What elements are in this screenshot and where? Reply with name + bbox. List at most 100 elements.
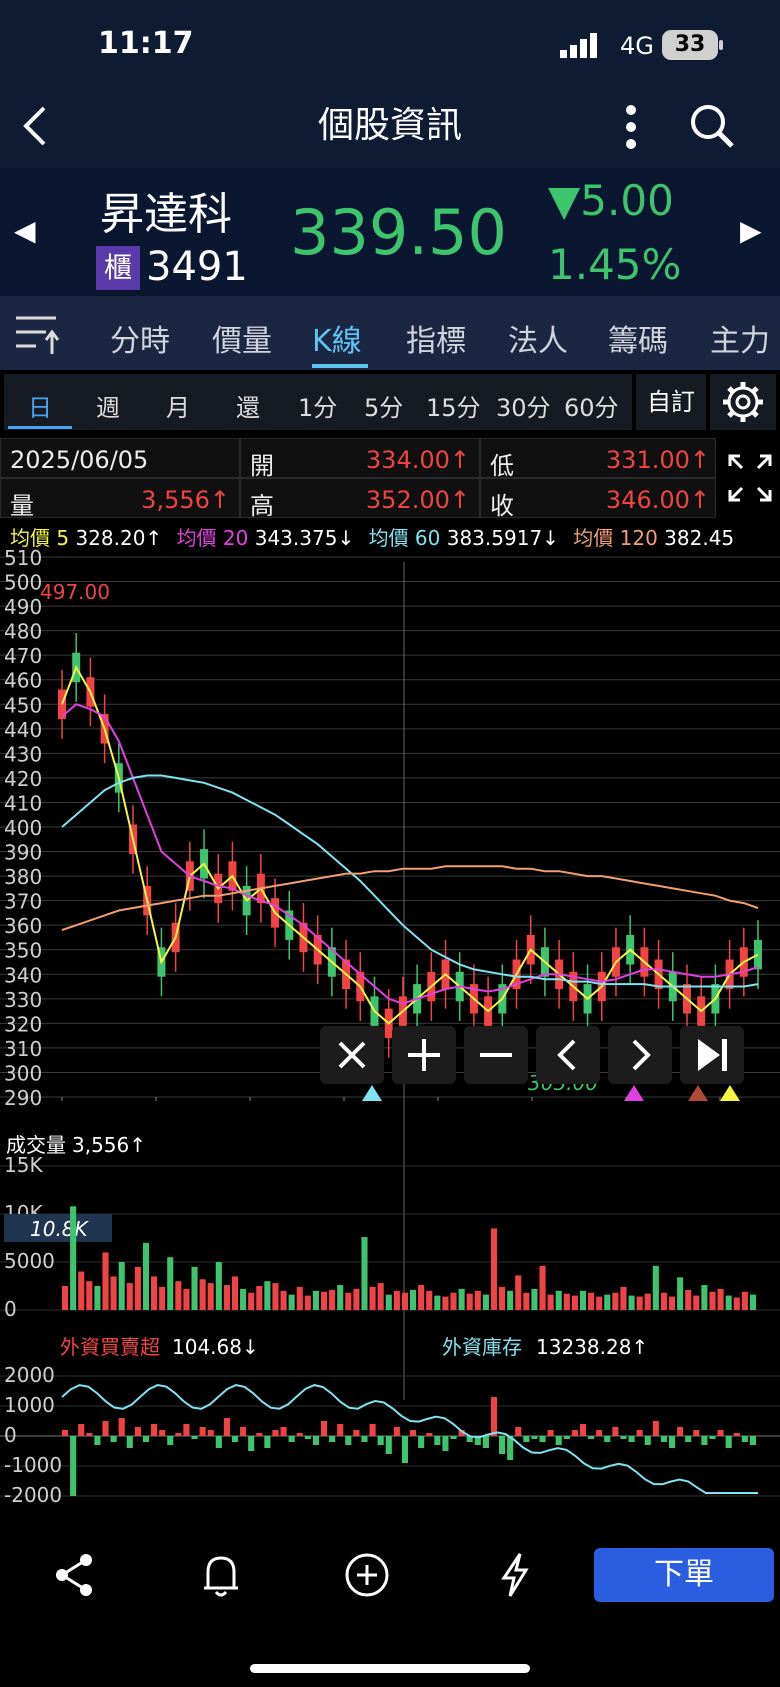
ma-legend: 均價 5 328.20↑ 均價 20 343.375↓ 均價 60 383.59… (10, 522, 734, 551)
tab-indicators[interactable]: 指標 (406, 316, 466, 360)
y-tick-label: 370 (4, 890, 42, 914)
marker-brown (688, 1085, 708, 1101)
foreign-bar (240, 1427, 247, 1436)
period-week[interactable]: 週 (96, 388, 120, 423)
volume-bar (523, 1292, 530, 1310)
ma-line-1 (61, 703, 759, 1005)
volume-bar (353, 1288, 360, 1310)
volume-bar (450, 1292, 457, 1310)
settings-button[interactable] (710, 374, 776, 430)
kline-chart[interactable]: 5105004904804704604504404304204104003903… (0, 548, 780, 1508)
foreign-bar (207, 1430, 214, 1436)
period-15min[interactable]: 15分 (426, 388, 481, 423)
bell-icon[interactable] (196, 1550, 246, 1600)
high-value: 352.00↑ (365, 486, 470, 514)
volume-bar (620, 1286, 627, 1310)
foreign-bar (288, 1436, 295, 1442)
volume-bar (644, 1293, 651, 1310)
tab-institutional[interactable]: 法人 (508, 316, 568, 360)
custom-button[interactable]: 自訂 (636, 374, 706, 430)
foreign-bar (620, 1436, 627, 1439)
volume-bar (207, 1283, 214, 1310)
foreign-bar (418, 1436, 425, 1448)
market-badge: 櫃 (96, 246, 140, 290)
foreign-tick: 2000 (4, 1363, 55, 1387)
volume-bar (280, 1290, 287, 1310)
tab-kline[interactable]: K線 (312, 316, 362, 360)
foreign-bar (377, 1436, 384, 1445)
foreign-bar (142, 1436, 150, 1442)
order-button[interactable]: 下單 (594, 1548, 774, 1602)
foreign-bar (717, 1430, 724, 1436)
volume-bar (410, 1289, 417, 1310)
foreign-bar (636, 1430, 643, 1436)
period-1min[interactable]: 1分 (298, 388, 337, 423)
y-tick-label: 330 (4, 988, 42, 1012)
tab-price-volume[interactable]: 價量 (212, 316, 272, 360)
prev-stock-icon[interactable]: ◀ (14, 214, 36, 247)
sort-icon[interactable] (16, 312, 60, 356)
volume-bar (191, 1266, 198, 1310)
chevron-left-button (536, 1026, 600, 1084)
volume-bar (272, 1283, 279, 1310)
more-vertical-icon[interactable] (620, 102, 642, 152)
share-icon[interactable] (50, 1550, 100, 1600)
foreign-bar (531, 1436, 538, 1439)
search-icon[interactable] (688, 102, 736, 150)
volume-tick: 5000 (4, 1249, 55, 1273)
foreign-bar (725, 1436, 732, 1448)
max-price-label: 497.00 (40, 580, 110, 604)
y-tick-label: 400 (4, 816, 42, 840)
y-tick-label: 320 (4, 1012, 42, 1036)
tab-main-force[interactable]: 主力 (710, 316, 770, 360)
period-30min[interactable]: 30分 (496, 388, 551, 423)
volume-bar (126, 1283, 133, 1310)
period-day[interactable]: 日 (28, 388, 52, 423)
volume-bar (102, 1252, 109, 1310)
tab-chips[interactable]: 籌碼 (608, 316, 668, 360)
foreign-bar (604, 1436, 611, 1442)
y-tick-label: 470 (4, 644, 42, 668)
y-tick-label: 510 (4, 548, 42, 570)
foreign-bar (296, 1433, 303, 1436)
plus-circle-icon[interactable] (342, 1550, 392, 1600)
volume-bar (571, 1295, 578, 1310)
y-tick-label: 380 (4, 865, 42, 889)
volume-bar (652, 1265, 659, 1310)
foreign-tick: -2000 (4, 1483, 62, 1507)
foreign-tick: -1000 (4, 1453, 62, 1477)
foreign-bar (231, 1436, 239, 1442)
volume-bar (499, 1286, 506, 1310)
foreign-bar (78, 1424, 85, 1436)
volume-value: 3,556↑ (141, 486, 230, 514)
y-tick-label: 440 (4, 718, 42, 742)
volume-bar (223, 1285, 230, 1310)
volume-bar (749, 1294, 756, 1310)
next-stock-icon[interactable]: ▶ (740, 214, 762, 247)
period-60min[interactable]: 60分 (564, 388, 619, 423)
volume-bar (167, 1257, 174, 1310)
expand-button[interactable] (720, 440, 780, 516)
foreign-bar (596, 1430, 603, 1436)
volume-bar (636, 1296, 643, 1310)
volume-label: 量 (10, 492, 34, 520)
volume-bar (264, 1281, 271, 1310)
volume-bar (142, 1242, 150, 1310)
stock-code: 3491 (146, 244, 248, 290)
tab-intraday[interactable]: 分時 (110, 316, 170, 360)
period-5min[interactable]: 5分 (364, 388, 403, 423)
foreign-bar (660, 1436, 667, 1442)
high-label: 高 (250, 492, 274, 520)
foreign-bar (628, 1436, 635, 1442)
lightning-icon[interactable] (490, 1550, 540, 1600)
gear-icon (723, 382, 763, 422)
volume-bar (118, 1262, 125, 1310)
period-month[interactable]: 月 (166, 388, 190, 423)
marker-cyan (362, 1085, 382, 1101)
foreign-bar (693, 1430, 700, 1436)
foreign-bar (410, 1430, 417, 1436)
volume-bar (337, 1285, 344, 1310)
foreign-bar (312, 1436, 319, 1445)
foreign-bar (94, 1436, 101, 1445)
period-restore[interactable]: 還 (236, 388, 260, 423)
